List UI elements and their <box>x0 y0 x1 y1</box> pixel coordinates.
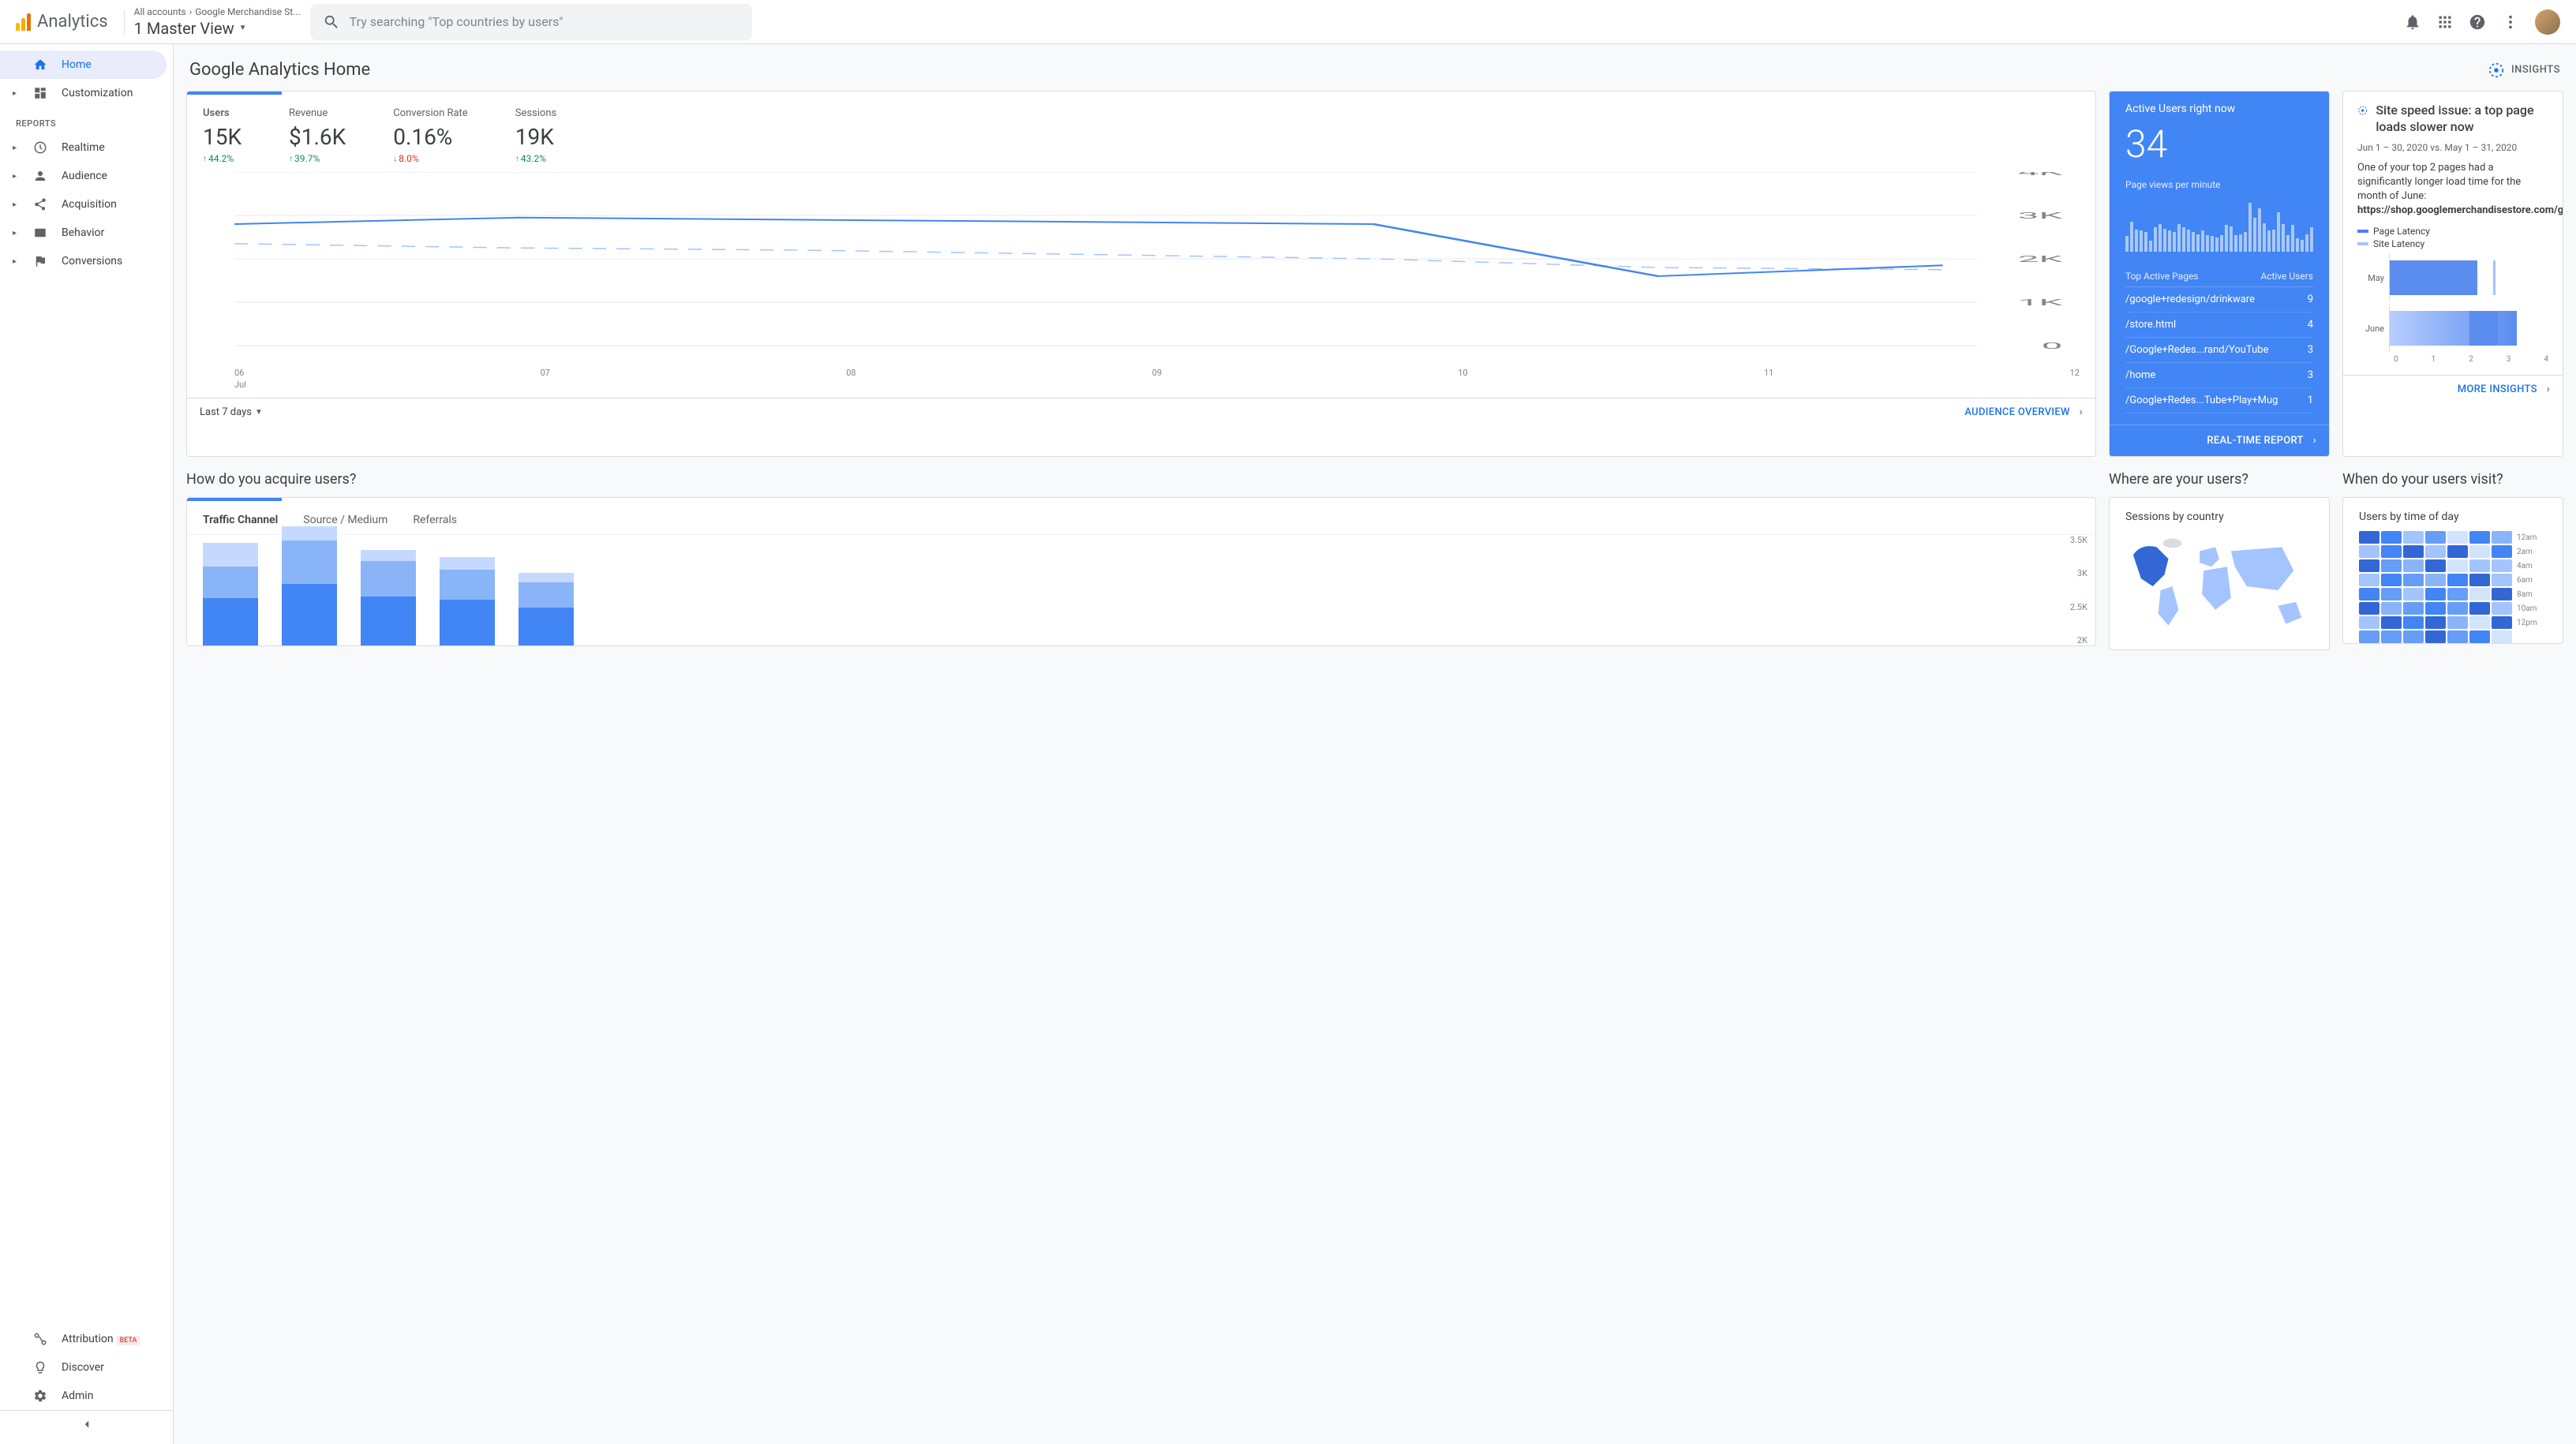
sidebar-admin[interactable]: Admin <box>0 1382 173 1410</box>
chevron-right-icon: ▸ <box>13 257 21 266</box>
overview-chart: 4K 3K 2K 1K 0 <box>187 164 2095 365</box>
tab-traffic-channel[interactable]: Traffic Channel <box>203 514 278 526</box>
app-header: Analytics All accounts › Google Merchand… <box>0 0 2576 44</box>
share-icon <box>33 197 49 211</box>
page-title: Google Analytics Home <box>189 60 370 80</box>
overview-card: Users 15K ↑44.2% Revenue $1.6K ↑39.7% Conv… <box>186 91 2096 457</box>
insight-body: One of your top 2 pages had a significan… <box>2357 161 2548 219</box>
chevron-right-icon: ▸ <box>13 89 21 98</box>
sidebar-customization[interactable]: ▸ Customization <box>0 79 173 107</box>
active-users-count: 34 <box>2125 122 2313 166</box>
realtime-page-row[interactable]: /store.html4 <box>2125 312 2313 338</box>
sidebar-acquisition[interactable]: ▸ Acquisition <box>0 190 173 219</box>
tab-referrals[interactable]: Referrals <box>413 514 457 526</box>
chevron-right-icon: › <box>189 6 193 17</box>
more-vert-icon[interactable] <box>2502 13 2519 31</box>
search-icon <box>323 13 340 31</box>
sidebar-behavior[interactable]: ▸ Behavior <box>0 219 173 247</box>
time-heatmap: 12am2am4am6am8am10am12pm <box>2343 531 2563 643</box>
chevron-right-icon: ▸ <box>13 172 21 181</box>
home-icon <box>33 58 49 72</box>
svg-text:3K: 3K <box>2018 211 2063 221</box>
metric-revenue[interactable]: Revenue $1.6K ↑39.7% <box>289 107 346 164</box>
tab-source-medium[interactable]: Source / Medium <box>303 514 388 526</box>
chevron-right-icon: › <box>2080 406 2083 418</box>
chevron-right-icon: › <box>2313 435 2316 447</box>
svg-text:0: 0 <box>2042 341 2063 351</box>
chevron-right-icon: ▸ <box>13 144 21 152</box>
sidebar-audience[interactable]: ▸ Audience <box>0 162 173 190</box>
realtime-card: Active Users right now 34 Page views per… <box>2109 91 2330 457</box>
logo[interactable]: Analytics <box>9 12 114 32</box>
sidebar-attribution[interactable]: AttributionBETA <box>0 1325 173 1353</box>
search-input[interactable]: Try searching "Top countries by users" <box>310 4 752 40</box>
analytics-logo-icon <box>16 13 31 31</box>
geo-title: Where are your users? <box>2109 471 2330 488</box>
collapse-sidebar-button[interactable] <box>0 1410 173 1438</box>
notifications-icon[interactable] <box>2404 13 2421 31</box>
svg-text:1K: 1K <box>2018 297 2063 308</box>
acquire-card: Traffic ChannelSource / MediumReferrals … <box>186 497 2096 646</box>
lightbulb-icon <box>33 1360 49 1375</box>
avatar[interactable] <box>2535 9 2560 35</box>
insight-card: Site speed issue: a top page loads slowe… <box>2342 91 2563 457</box>
main-content: Google Analytics Home INSIGHTS Users 15K… <box>174 44 2576 1444</box>
metric-conversion-rate[interactable]: Conversion Rate 0.16% ↓8.0% <box>393 107 468 164</box>
chevron-left-icon <box>80 1417 94 1431</box>
reports-header: REPORTS <box>0 107 173 133</box>
apps-icon[interactable] <box>2437 14 2453 30</box>
flag-icon <box>33 254 49 268</box>
attribution-icon <box>33 1332 49 1346</box>
person-icon <box>33 169 49 183</box>
world-map <box>2110 531 2329 649</box>
insights-icon <box>2488 62 2505 79</box>
period-selector[interactable]: Last 7 days ▼ <box>200 406 263 418</box>
traffic-channel-chart <box>187 535 2095 645</box>
realtime-page-row[interactable]: /Google+Redes...Tube+Play+Mug1 <box>2125 388 2313 413</box>
geo-card: Sessions by country <box>2109 497 2330 650</box>
caret-down-icon: ▼ <box>255 408 263 417</box>
help-icon[interactable] <box>2469 13 2486 31</box>
time-card: Users by time of day 12am2am4am6am8am10a… <box>2342 497 2563 644</box>
behavior-icon <box>33 226 49 240</box>
chevron-right-icon: ▸ <box>13 229 21 238</box>
realtime-page-row[interactable]: /home3 <box>2125 363 2313 388</box>
sidebar-conversions[interactable]: ▸ Conversions <box>0 247 173 275</box>
brand-name: Analytics <box>37 12 108 32</box>
audience-overview-link[interactable]: AUDIENCE OVERVIEW › <box>1964 406 2083 418</box>
realtime-page-row[interactable]: /Google+Redes...rand/YouTube3 <box>2125 338 2313 363</box>
acquire-title: How do you acquire users? <box>186 471 2096 488</box>
sidebar-discover[interactable]: Discover <box>0 1353 173 1382</box>
account-selector[interactable]: All accounts › Google Merchandise St... … <box>134 6 301 38</box>
sidebar-realtime[interactable]: ▸ Realtime <box>0 133 173 162</box>
latency-chart: May June <box>2357 254 2548 364</box>
realtime-page-row[interactable]: /google+redesign/drinkware9 <box>2125 287 2313 312</box>
metric-users[interactable]: Users 15K ↑44.2% <box>203 107 242 164</box>
gear-icon <box>33 1389 49 1403</box>
realtime-report-link[interactable]: REAL-TIME REPORT › <box>2110 425 2329 456</box>
dashboard-icon <box>33 86 49 100</box>
time-title: When do your users visit? <box>2342 471 2563 488</box>
more-insights-link[interactable]: MORE INSIGHTS › <box>2458 383 2550 395</box>
sidebar: Home ▸ Customization REPORTS ▸ Realtime … <box>0 44 174 1444</box>
svg-text:4K: 4K <box>2018 172 2063 178</box>
sidebar-home[interactable]: Home <box>0 51 167 79</box>
metric-sessions[interactable]: Sessions 19K ↑43.2% <box>515 107 557 164</box>
insights-button[interactable]: INSIGHTS <box>2488 62 2560 79</box>
pageviews-sparkline <box>2125 196 2313 252</box>
chevron-right-icon: ▸ <box>13 200 21 209</box>
svg-text:2K: 2K <box>2018 254 2063 264</box>
chevron-right-icon: › <box>2547 383 2550 395</box>
clock-icon <box>33 140 49 155</box>
caret-down-icon: ▼ <box>239 24 247 32</box>
insight-icon <box>2357 103 2368 118</box>
